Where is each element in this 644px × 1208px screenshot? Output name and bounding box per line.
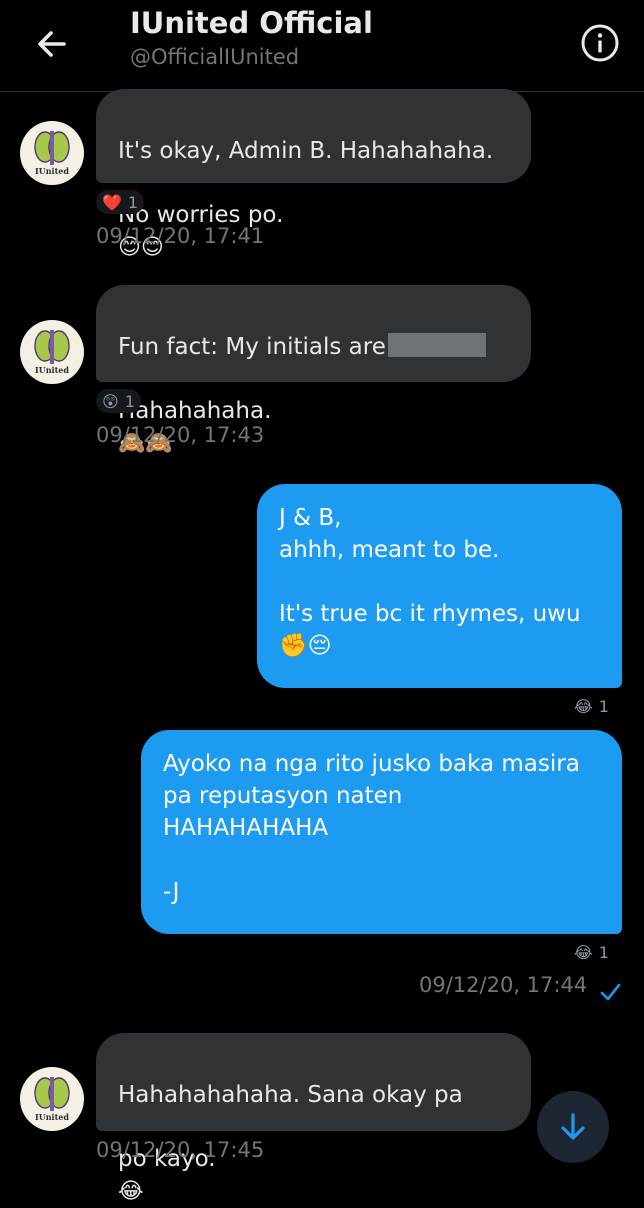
- back-button[interactable]: [30, 22, 74, 66]
- message-bubble-incoming[interactable]: Fun fact: My initials are Hahahahaha. 🙈🙈: [96, 285, 531, 456]
- conversation-handle: @OfficialIUnited: [130, 45, 300, 69]
- svg-text:IUnited: IUnited: [35, 166, 69, 176]
- reaction-count: 1: [598, 696, 609, 716]
- conversation-title[interactable]: IUnited Official: [130, 6, 373, 40]
- iunited-logo-icon: IUnited: [22, 1069, 82, 1129]
- message-text: It's okay, Admin B. Hahahahaha.: [118, 138, 494, 164]
- iunited-logo-icon: IUnited: [22, 322, 82, 382]
- reaction-count: 1: [598, 942, 609, 962]
- redacted-block: [387, 333, 486, 357]
- avatar[interactable]: IUnited: [20, 320, 84, 384]
- conversation-header: IUnited Official @OfficialIUnited: [0, 0, 644, 92]
- svg-text:IUnited: IUnited: [35, 365, 69, 375]
- message-text: Hahahahahaha. Sana okay pa: [118, 1082, 463, 1108]
- avatar[interactable]: IUnited: [20, 1067, 84, 1131]
- message-text: Hahahahaha.: [118, 398, 272, 424]
- message-bubble-outgoing[interactable]: Ayoko na nga rito jusko baka masira pa r…: [141, 730, 622, 934]
- avatar[interactable]: IUnited: [20, 121, 84, 185]
- reaction-count: 1: [124, 391, 135, 411]
- tears-of-joy-icon: 😂: [574, 942, 593, 962]
- message-timestamp: 09/12/20, 17:45: [96, 1138, 265, 1162]
- message-reaction[interactable]: ❤️ 1: [96, 190, 145, 214]
- message-timestamp: 09/12/20, 17:41: [96, 224, 265, 248]
- surprised-face-icon: 😲: [102, 391, 119, 411]
- message-reaction[interactable]: 😂 1: [574, 694, 609, 718]
- scroll-to-bottom-button[interactable]: [537, 1091, 609, 1163]
- message-bubble-outgoing[interactable]: J & B, ahhh, meant to be. It's true bc i…: [257, 484, 622, 688]
- tears-of-joy-icon: 😂: [574, 696, 593, 716]
- message-text: Fun fact: My initials are: [118, 334, 386, 360]
- arrow-down-icon: [561, 1113, 585, 1140]
- message-reaction[interactable]: 😲 1: [96, 389, 141, 413]
- reaction-count: 1: [127, 192, 139, 212]
- message-reaction[interactable]: 😂 1: [574, 940, 609, 964]
- emoji: 😂: [118, 1179, 144, 1204]
- message-bubble-incoming[interactable]: It's okay, Admin B. Hahahahaha. No worri…: [96, 89, 531, 260]
- message-bubble-incoming[interactable]: Hahahahahaha. Sana okay pa po kayo. 😂: [96, 1033, 531, 1204]
- check-icon: [600, 983, 621, 1001]
- message-timestamp: 09/12/20, 17:43: [96, 423, 265, 447]
- heart-icon: ❤️: [102, 192, 122, 212]
- svg-text:IUnited: IUnited: [35, 1112, 69, 1122]
- message-timestamp: 09/12/20, 17:44: [419, 973, 588, 997]
- info-button[interactable]: [578, 21, 622, 65]
- iunited-logo-icon: IUnited: [22, 123, 82, 183]
- info-circle-icon: [581, 24, 619, 62]
- arrow-left-icon: [38, 31, 66, 57]
